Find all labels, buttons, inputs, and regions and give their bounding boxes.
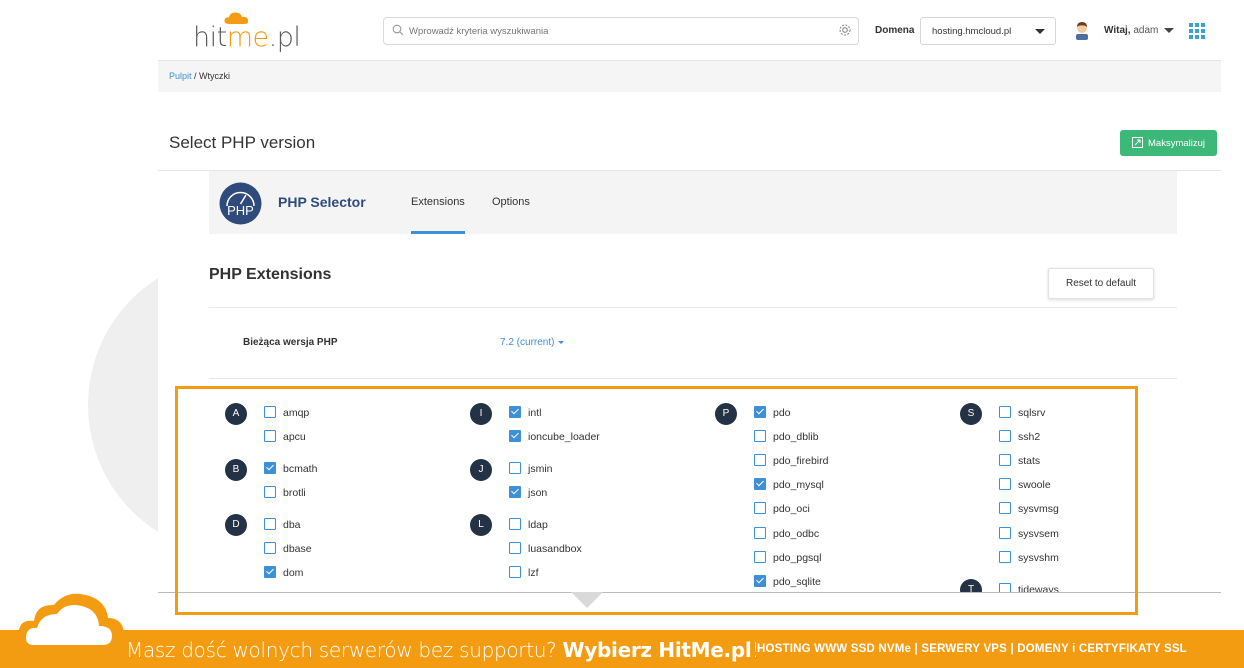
logo-text: hitme.pl xyxy=(193,22,301,53)
top-navigation-bar: hitme.pl Domena hosting.hmcloud.pl Witaj… xyxy=(158,0,1221,61)
search-input[interactable] xyxy=(407,21,831,41)
tab-options[interactable]: Options xyxy=(492,196,530,208)
maximize-button[interactable]: Maksymalizuj xyxy=(1120,130,1217,156)
user-menu-chevron-icon[interactable] xyxy=(1164,28,1174,33)
banner-services-text: HOSTING WWW SSD NVMe | SERWERY VPS | DOM… xyxy=(757,643,1187,655)
chevron-down-icon xyxy=(1035,29,1045,34)
divider xyxy=(209,307,1177,308)
search-settings-gear-icon[interactable] xyxy=(838,23,852,37)
welcome-text[interactable]: Witaj, adam xyxy=(1104,25,1158,36)
domain-select-value: hosting.hmcloud.pl xyxy=(932,26,1012,37)
search-box[interactable] xyxy=(383,17,859,45)
page-title: Select PHP version xyxy=(169,133,316,152)
domain-label: Domena xyxy=(875,25,915,36)
php-selector-title: PHP Selector xyxy=(278,194,366,210)
apps-grid-icon[interactable] xyxy=(1189,23,1205,39)
banner-main-text: Masz dość wolnych serwerów bez supportu?… xyxy=(126,638,760,662)
maximize-icon xyxy=(1132,137,1143,148)
tab-extensions[interactable]: Extensions xyxy=(411,196,465,208)
cloud-logo-icon xyxy=(18,593,124,656)
breadcrumb-bar: Pulpit / Wtyczki xyxy=(158,61,1221,92)
extensions-heading: PHP Extensions xyxy=(209,266,332,283)
breadcrumb-current: Wtyczki xyxy=(199,71,231,81)
user-avatar-icon[interactable] xyxy=(1073,20,1091,40)
active-tab-indicator xyxy=(411,231,465,234)
php-logo-text: PHP xyxy=(227,203,254,218)
highlight-frame xyxy=(175,386,1138,615)
breadcrumb: Pulpit / Wtyczki xyxy=(169,71,231,81)
search-icon xyxy=(392,24,404,36)
php-version-select[interactable]: 7.2 (current) xyxy=(500,337,565,348)
divider xyxy=(209,378,1177,379)
caret-down-icon xyxy=(558,340,565,344)
reset-to-default-button[interactable]: Reset to default xyxy=(1048,268,1154,299)
php-version-label: Bieżąca wersja PHP xyxy=(243,337,338,348)
php-selector-header: PHP PHP Selector Extensions Options xyxy=(209,171,1177,234)
promo-banner[interactable]: Masz dość wolnych serwerów bez supportu?… xyxy=(0,630,1244,668)
hitme-logo[interactable]: hitme.pl xyxy=(193,8,303,54)
php-selector-logo-icon: PHP xyxy=(219,182,262,225)
breadcrumb-home-link[interactable]: Pulpit xyxy=(169,71,192,81)
maximize-label: Maksymalizuj xyxy=(1148,138,1206,149)
domain-select[interactable]: hosting.hmcloud.pl xyxy=(920,17,1056,45)
banner-cta: Wybierz HitMe.pl xyxy=(562,638,752,662)
